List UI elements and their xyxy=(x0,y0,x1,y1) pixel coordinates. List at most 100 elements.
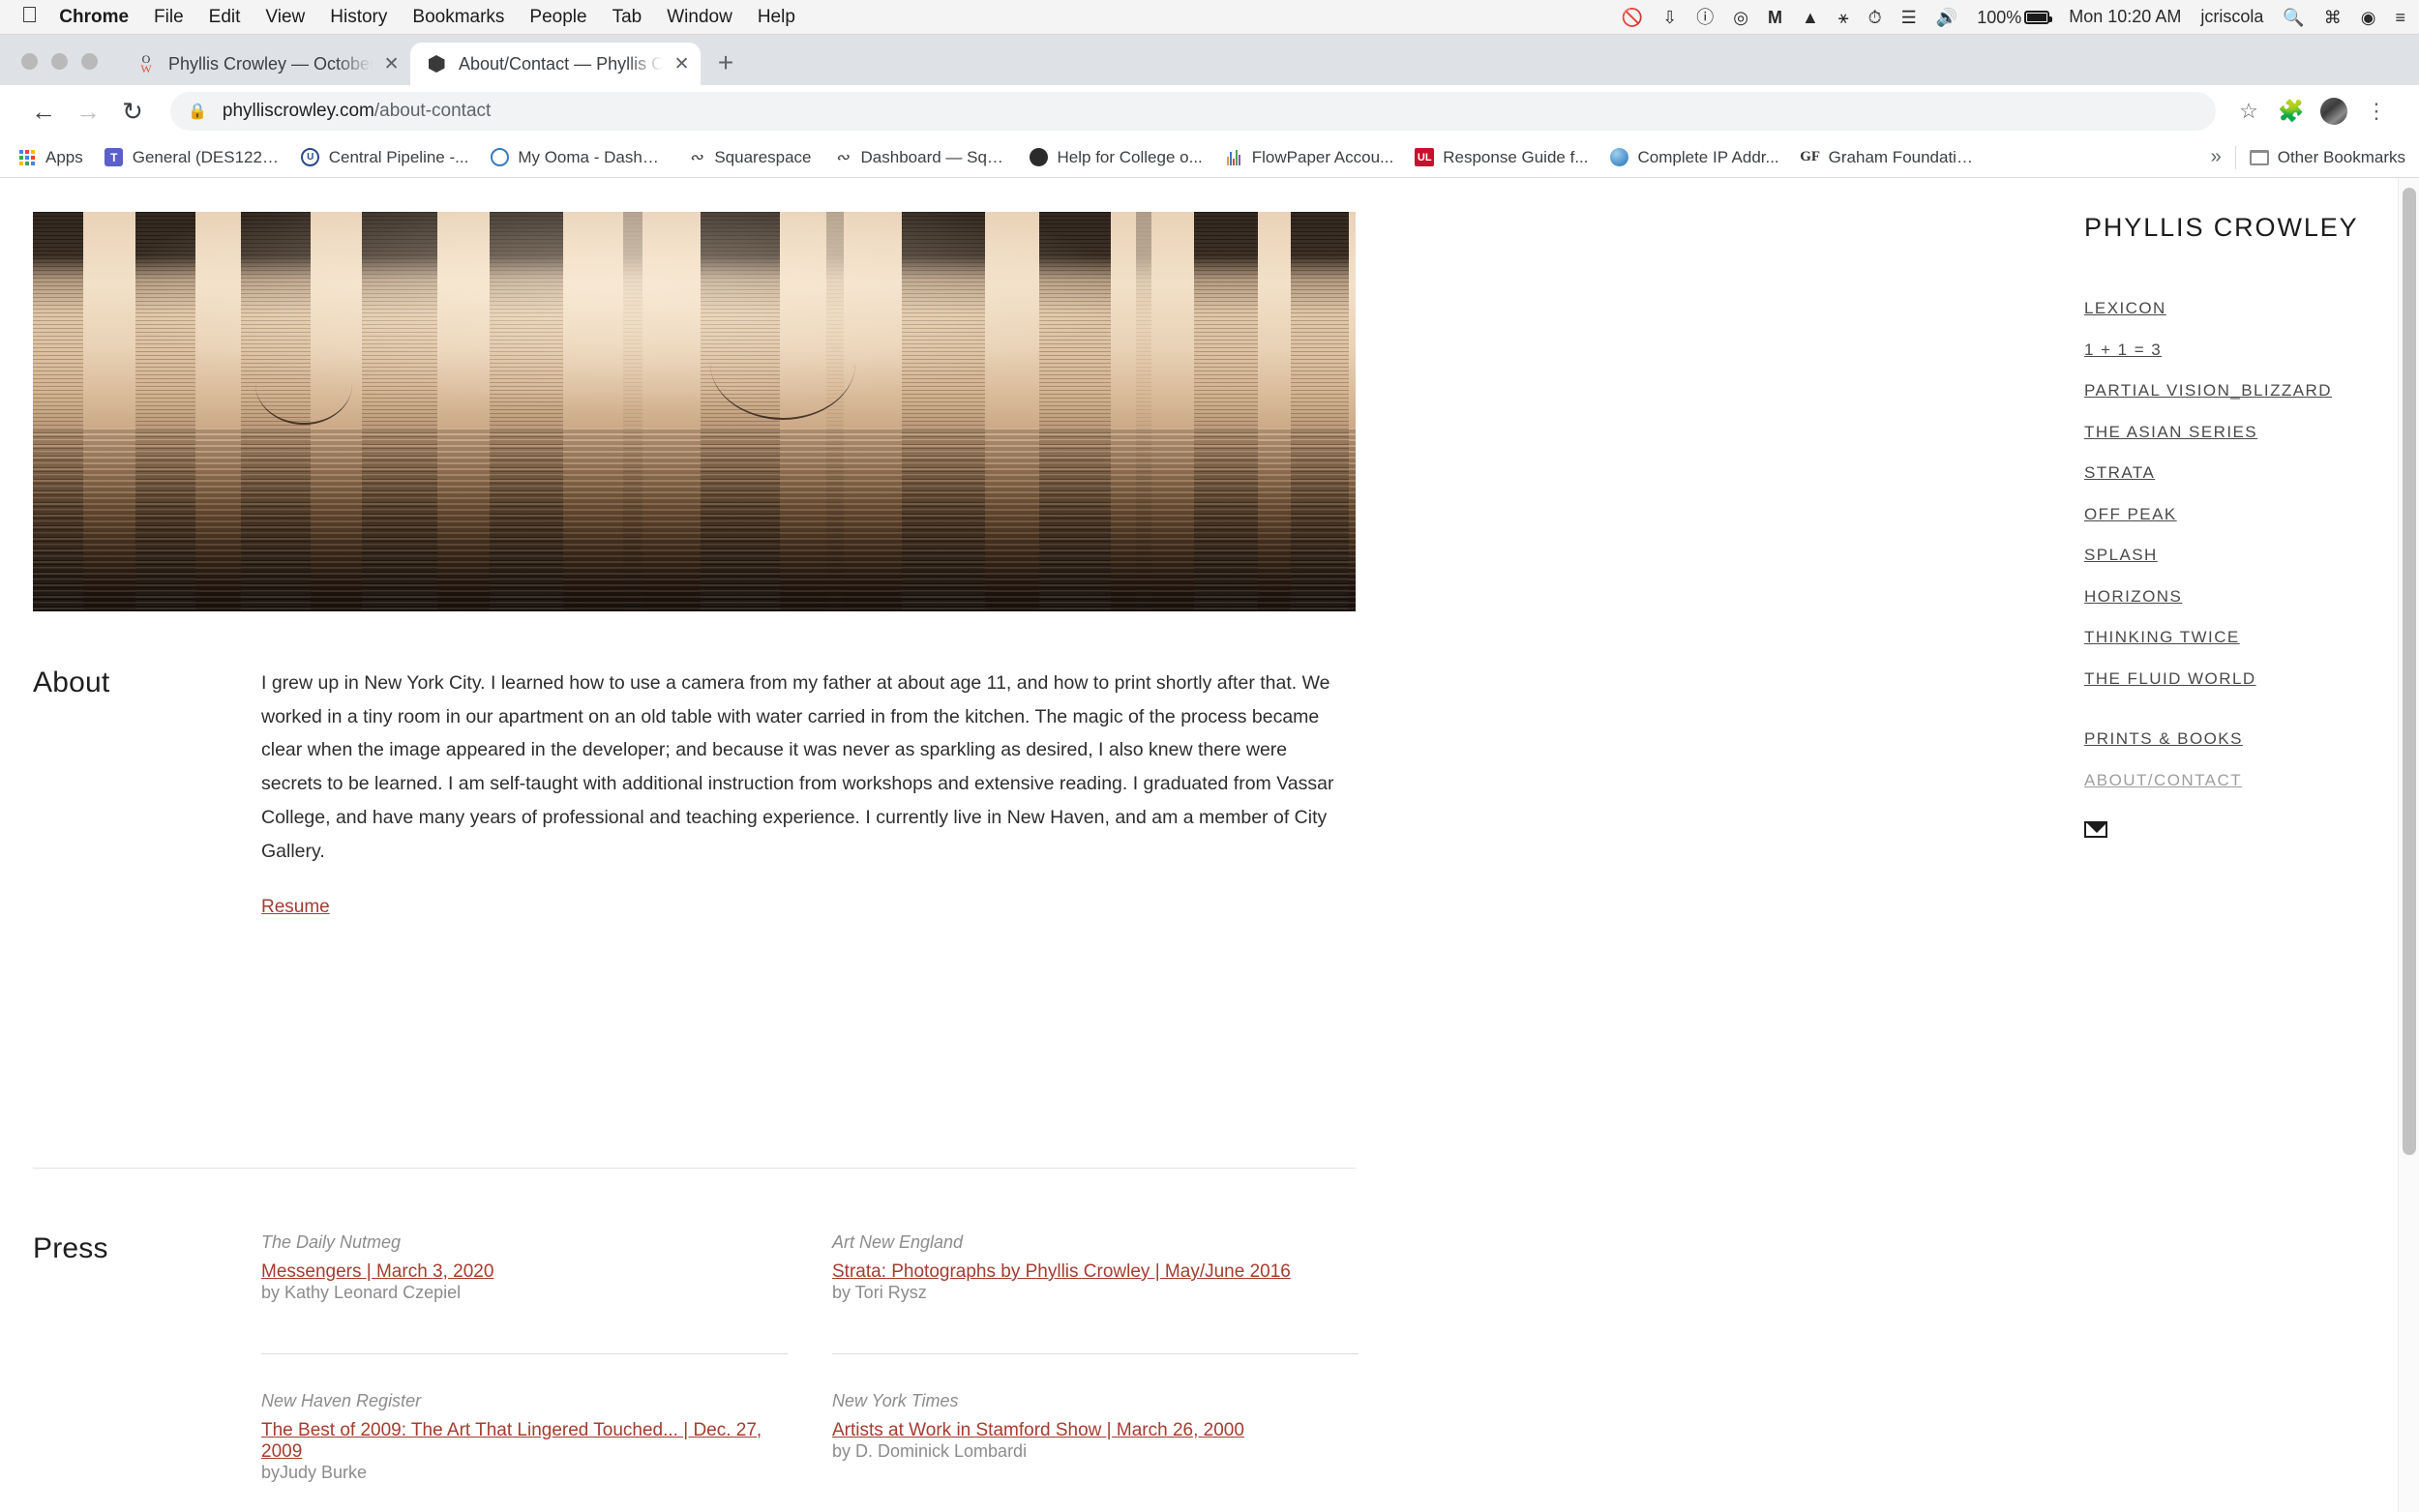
m-logo-icon[interactable]: M xyxy=(1768,9,1782,26)
resume-link[interactable]: Resume xyxy=(261,897,330,918)
bookmark-apps[interactable]: Apps xyxy=(17,148,83,167)
nav-item-off-peak[interactable]: OFF PEAK xyxy=(2084,505,2376,524)
bookmarks-overflow-button[interactable]: » xyxy=(2211,146,2222,168)
bookmark-help-for-college[interactable]: Help for College o... xyxy=(1030,148,1203,167)
envelope-icon[interactable] xyxy=(2084,820,2107,838)
menu-item-view[interactable]: View xyxy=(265,7,305,28)
browser-tab-2[interactable]: About/Contact — Phyllis Crowl ✕ xyxy=(410,43,701,85)
time-machine-icon[interactable]: ⏱ xyxy=(1868,9,1882,26)
nav-item-splash[interactable]: SPLASH xyxy=(2084,546,2376,565)
forward-button[interactable]: → xyxy=(66,89,110,133)
nav-item-about-contact[interactable]: ABOUT/CONTACT xyxy=(2084,771,2376,790)
squarespace-icon: ∾ xyxy=(689,147,703,166)
menu-item-window[interactable]: Window xyxy=(667,7,732,28)
reload-button[interactable]: ↻ xyxy=(110,89,155,133)
bookmark-general[interactable]: T General (DES122-... xyxy=(105,148,280,167)
close-tab-button[interactable]: ✕ xyxy=(382,53,401,74)
cursor-icon[interactable]: ⇩ xyxy=(1662,9,1677,26)
octoberworks-icon: OW xyxy=(140,51,152,75)
new-tab-button[interactable]: + xyxy=(706,44,745,82)
apps-grid-icon xyxy=(17,148,37,167)
press-source: Art New England xyxy=(832,1232,964,1252)
press-link[interactable]: The Best of 2009: The Art That Lingered … xyxy=(261,1420,762,1462)
menu-item-bookmarks[interactable]: Bookmarks xyxy=(412,7,504,28)
user-label[interactable]: jcriscola xyxy=(2200,7,2263,27)
bookmark-central-pipeline[interactable]: U Central Pipeline -... xyxy=(301,148,468,167)
about-section: About I grew up in New York City. I lear… xyxy=(33,667,1356,918)
control-center-icon[interactable]: ≡ xyxy=(2395,9,2405,26)
flowpaper-icon xyxy=(1224,148,1243,167)
clock-label[interactable]: Mon 10:20 AM xyxy=(2069,7,2181,27)
press-byline: byJudy Burke xyxy=(261,1463,368,1482)
page-viewport: About I grew up in New York City. I lear… xyxy=(0,178,2419,1512)
nav-item-1-plus-1-equals-3[interactable]: 1 + 1 = 3 xyxy=(2084,341,2376,360)
avatar[interactable] xyxy=(2313,90,2355,133)
press-item: New Haven Register The Best of 2009: The… xyxy=(261,1354,832,1483)
battery-indicator[interactable]: 100% xyxy=(1977,9,2053,26)
press-link[interactable]: Strata: Photographs by Phyllis Crowley |… xyxy=(832,1261,1291,1282)
hero-photograph xyxy=(33,212,1356,611)
press-link[interactable]: Artists at Work in Stamford Show | March… xyxy=(832,1420,1244,1440)
menu-item-people[interactable]: People xyxy=(529,7,586,28)
press-byline: by Kathy Leonard Czepiel xyxy=(261,1283,462,1302)
folder-icon xyxy=(2249,148,2269,167)
nav-item-the-asian-series[interactable]: THE ASIAN SERIES xyxy=(2084,423,2376,442)
site-title[interactable]: PHYLLIS CROWLEY xyxy=(2084,213,2376,243)
nav-item-horizons[interactable]: HORIZONS xyxy=(2084,587,2376,607)
press-link[interactable]: Messengers | March 3, 2020 xyxy=(261,1261,493,1282)
scrollbar-thumb[interactable] xyxy=(2403,188,2416,1155)
bookmark-flowpaper[interactable]: FlowPaper Accou... xyxy=(1224,148,1393,167)
nav-item-prints-and-books[interactable]: PRINTS & BOOKS xyxy=(2084,729,2376,749)
bookmark-label: Response Guide f... xyxy=(1443,147,1589,166)
press-source: The Daily Nutmeg xyxy=(261,1232,402,1252)
macos-menu-bar:  Chrome File Edit View History Bookmark… xyxy=(0,0,2419,35)
nav-item-partial-vision-blizzard[interactable]: PARTIAL VISION_BLIZZARD xyxy=(2084,381,2376,400)
menu-item-file[interactable]: File xyxy=(154,7,184,28)
wifi-icon[interactable]: ☰ xyxy=(1901,9,1917,26)
bookmark-squarespace[interactable]: ∾ Squarespace xyxy=(686,148,811,167)
bookmark-complete-ip[interactable]: Complete IP Addr... xyxy=(1610,148,1779,167)
bookmark-label: FlowPaper Accou... xyxy=(1251,147,1394,166)
menu-item-help[interactable]: Help xyxy=(758,7,795,28)
close-window-button[interactable] xyxy=(21,53,38,70)
other-bookmarks-label: Other Bookmarks xyxy=(2277,147,2405,166)
menu-item-chrome[interactable]: Chrome xyxy=(59,7,129,28)
spotlight-search-icon[interactable]: 🔍 xyxy=(2283,9,2304,26)
nav-item-lexicon[interactable]: LEXICON xyxy=(2084,299,2376,318)
bookmark-response-guide[interactable]: UL Response Guide f... xyxy=(1415,147,1589,167)
menu-item-edit[interactable]: Edit xyxy=(209,7,241,28)
accessibility-icon[interactable]: ⓘ xyxy=(1696,9,1714,26)
nav-item-thinking-twice[interactable]: THINKING TWICE xyxy=(2084,628,2376,647)
puzzle-piece-icon[interactable]: 🧩 xyxy=(2270,90,2313,133)
zoom-window-button[interactable] xyxy=(81,53,98,70)
bookmark-my-ooma[interactable]: My Ooma - Dashb... xyxy=(490,148,665,167)
menu-item-tab[interactable]: Tab xyxy=(612,7,642,28)
nav-item-strata[interactable]: STRATA xyxy=(2084,463,2376,483)
bookmark-dashboard[interactable]: ∾ Dashboard — Squ... xyxy=(833,148,1007,167)
star-icon[interactable]: ☆ xyxy=(2227,90,2270,133)
bluetooth-icon[interactable]: ⚹ xyxy=(1838,9,1849,26)
keyboard-input-icon[interactable]: ⌘ xyxy=(2324,9,2342,26)
site-sidebar: PHYLLIS CROWLEY LEXICON 1 + 1 = 3 PARTIA… xyxy=(2028,178,2376,1512)
bookmark-label: General (DES122-... xyxy=(132,147,280,166)
press-item: Art New England Strata: Photographs by P… xyxy=(832,1232,1403,1354)
bookmark-graham-foundation[interactable]: GF Graham Foundatio... xyxy=(1800,148,1975,167)
three-dot-menu-icon[interactable]: ⋮ xyxy=(2355,90,2398,133)
nav-item-the-fluid-world[interactable]: THE FLUID WORLD xyxy=(2084,669,2376,689)
browser-tab-1[interactable]: OW Phyllis Crowley — OctoberWor ✕ xyxy=(120,43,410,85)
airdrop-icon[interactable]: ◎ xyxy=(1733,9,1748,26)
back-button[interactable]: ← xyxy=(21,89,66,133)
other-bookmarks-button[interactable]: Other Bookmarks xyxy=(2249,147,2405,167)
address-bar[interactable]: 🔒 phylliscrowley.com/about-contact xyxy=(170,92,2216,131)
ip-globe-icon xyxy=(1610,148,1629,167)
menu-item-history[interactable]: History xyxy=(330,7,387,28)
apple-icon[interactable]:  xyxy=(21,4,38,26)
no-entry-icon[interactable]: 🚫 xyxy=(1622,9,1643,26)
page-scrollbar[interactable] xyxy=(2398,178,2419,1512)
minimize-window-button[interactable] xyxy=(51,53,68,70)
close-tab-button[interactable]: ✕ xyxy=(672,53,691,74)
rocket-icon[interactable]: ▲ xyxy=(1802,9,1819,26)
divider xyxy=(2234,145,2236,169)
siri-icon[interactable]: ◉ xyxy=(2361,9,2376,26)
volume-icon[interactable]: 🔊 xyxy=(1936,9,1957,26)
